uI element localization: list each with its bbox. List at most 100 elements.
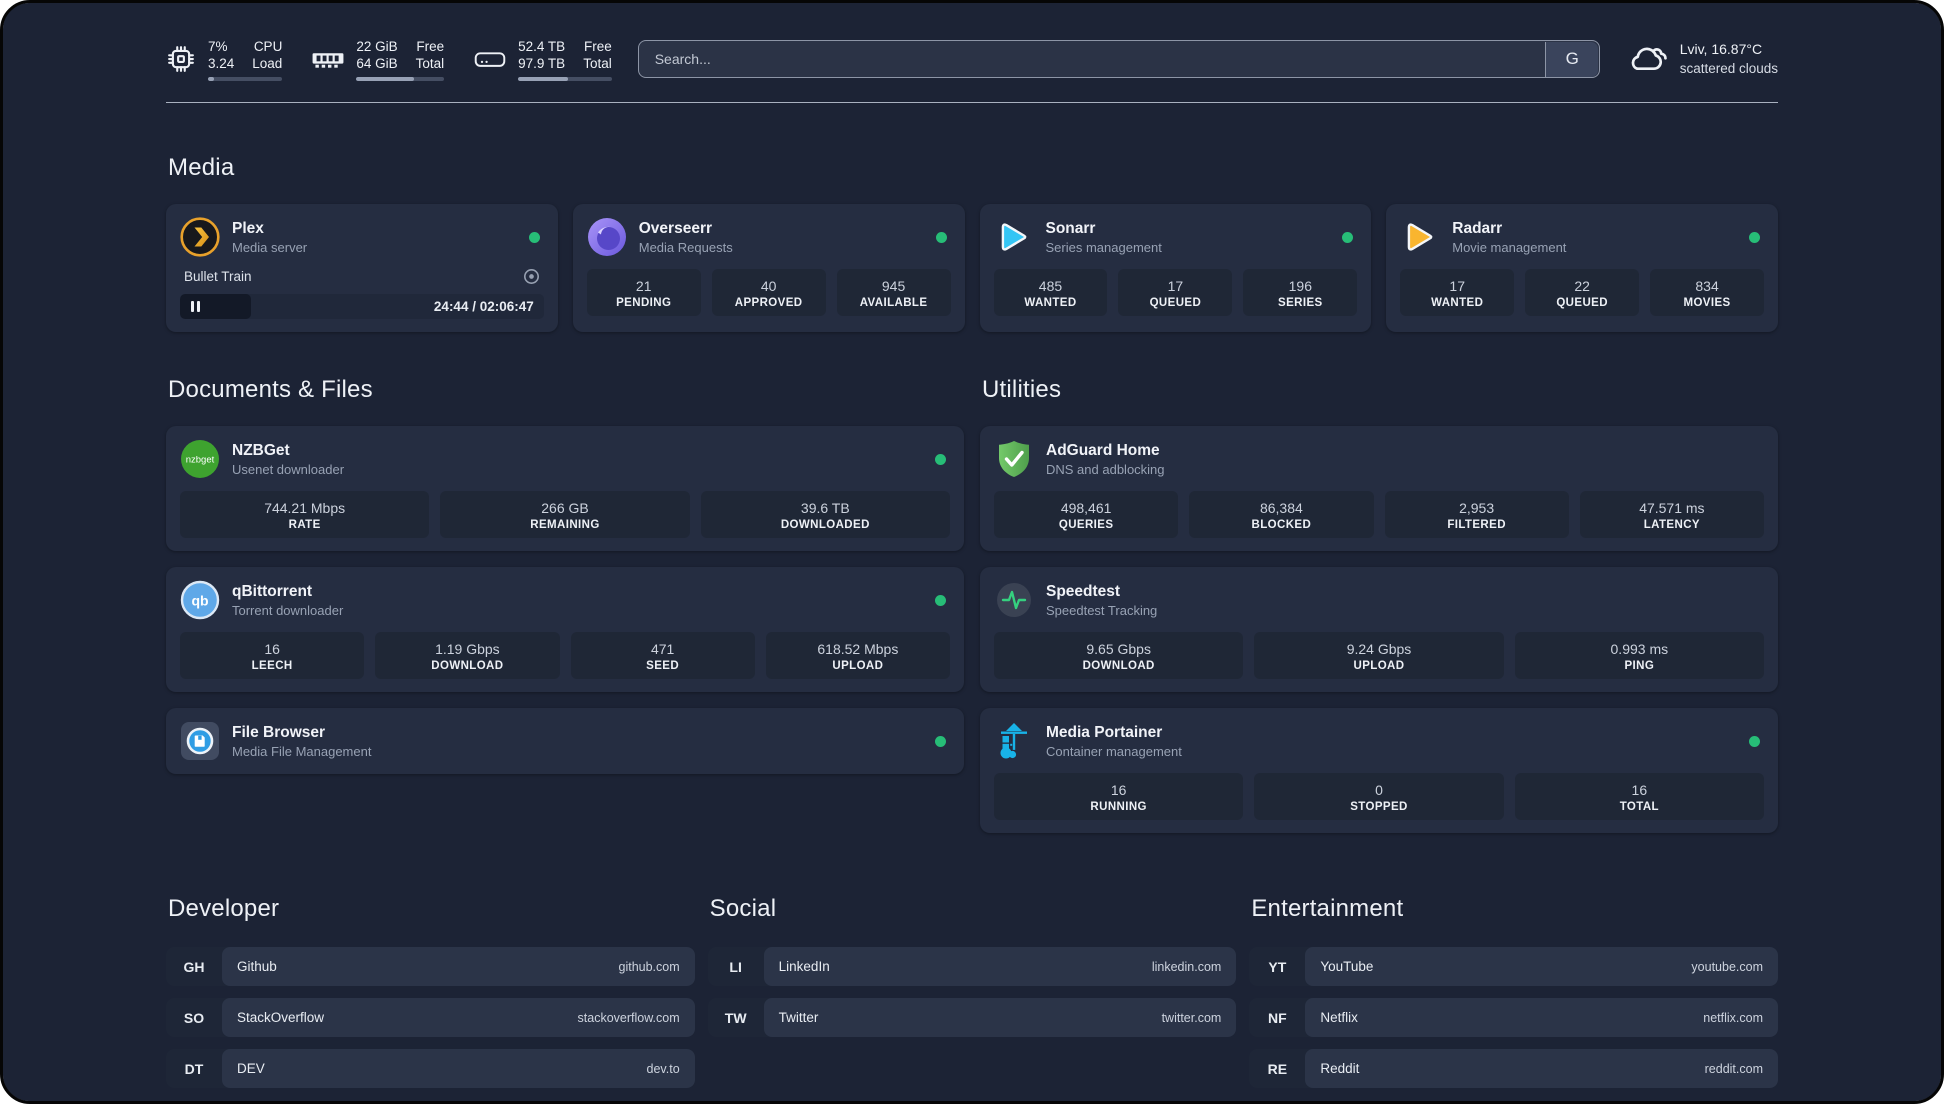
app-card-portainer[interactable]: Media Portainer Container management 16 … <box>980 708 1778 833</box>
app-name: Speedtest <box>1046 582 1121 600</box>
stat-box: 498,461 QUERIES <box>994 491 1179 538</box>
stat-box: 266 GB REMAINING <box>440 491 690 538</box>
svg-text:nzbget: nzbget <box>186 455 215 466</box>
bookmark-abbr: GH <box>183 958 205 975</box>
app-name: Overseerr <box>638 219 713 237</box>
memory-progress-bar <box>356 76 445 81</box>
system-bar: 7% CPU 3.24 Load 22 GiB Free 64 GiB Tota… <box>166 33 1778 85</box>
stat-box: 744.21 Mbps RATE <box>180 491 430 538</box>
bookmark-domain: stackoverflow.com <box>577 1010 680 1025</box>
stat-box: 618.52 Mbps UPLOAD <box>765 632 950 679</box>
memory-free-value: 22 GiB <box>356 38 398 54</box>
status-online-dot <box>935 735 946 747</box>
stat-box: 16 LEECH <box>180 632 365 679</box>
bookmark-name: YouTube <box>1320 959 1374 974</box>
app-name: AdGuard Home <box>1046 441 1160 459</box>
adguard-icon <box>994 439 1034 479</box>
app-name: Plex <box>232 219 264 237</box>
search-input[interactable] <box>637 40 1600 78</box>
app-name: File Browser <box>232 723 326 741</box>
plex-now-playing: Bullet Train 24:44 / 02:06:47 <box>180 265 544 319</box>
bookmark-group-entertainment: Entertainment YT YouTube youtube.com NF … <box>1249 895 1778 1100</box>
stat-box: 86,384 BLOCKED <box>1189 491 1374 538</box>
bookmark-abbr: YT <box>1268 958 1287 975</box>
bookmark-domain: netflix.com <box>1703 1010 1763 1025</box>
bookmark-youtube[interactable]: YT YouTube youtube.com <box>1249 947 1778 986</box>
stat-box: 1.19 Gbps DOWNLOAD <box>375 632 560 679</box>
cpu-progress-bar <box>208 76 283 81</box>
app-card-radarr[interactable]: Radarr Movie management 17 WANTED 22 QUE… <box>1386 204 1778 332</box>
bookmark-github[interactable]: GH Github github.com <box>166 947 695 986</box>
app-card-overseerr[interactable]: Overseerr Media Requests 21 PENDING 40 A… <box>572 204 965 332</box>
app-description: Series management <box>1045 239 1162 255</box>
stat-box: 485 WANTED <box>993 269 1108 316</box>
bookmark-domain: reddit.com <box>1704 1061 1763 1076</box>
app-card-adguard[interactable]: AdGuard Home DNS and adblocking 498,461 … <box>980 426 1778 551</box>
filebrowser-icon <box>180 721 220 761</box>
status-online-dot <box>528 231 540 243</box>
app-card-plex[interactable]: Plex Media server Bullet Train 24:44 / 0… <box>166 204 558 332</box>
speedtest-icon <box>994 580 1034 620</box>
bookmark-domain: linkedin.com <box>1151 959 1222 974</box>
bookmark-domain: github.com <box>618 959 680 974</box>
bookmark-name: Github <box>237 959 277 974</box>
section-title-documents: Documents & Files <box>168 376 373 403</box>
bookmark-name: Reddit <box>1320 1061 1360 1076</box>
app-description: Media Requests <box>638 239 733 255</box>
bookmark-twitter[interactable]: TW Twitter twitter.com <box>707 998 1237 1037</box>
bookmark-abbr: NF <box>1267 1009 1287 1026</box>
app-card-speedtest[interactable]: Speedtest Speedtest Tracking 9.65 Gbps D… <box>980 567 1778 692</box>
bookmark-domain: dev.to <box>646 1061 680 1076</box>
playback-progress-bar[interactable]: 24:44 / 02:06:47 <box>180 294 544 319</box>
stat-box: 17 WANTED <box>1400 269 1515 316</box>
app-description: Media File Management <box>232 743 372 759</box>
app-card-nzbget[interactable]: nzbget NZBGet Usenet downloader 744.21 M… <box>166 426 964 551</box>
bookmark-netflix[interactable]: NF Netflix netflix.com <box>1249 998 1778 1037</box>
app-description: Speedtest Tracking <box>1046 602 1158 618</box>
portainer-icon <box>994 721 1034 761</box>
ram-icon <box>312 47 344 71</box>
app-description: Media server <box>232 239 308 255</box>
stat-box: 16 RUNNING <box>994 773 1244 820</box>
radarr-icon <box>1400 217 1440 257</box>
search-engine-button[interactable]: G <box>1545 41 1599 77</box>
cpu-load-label: Load <box>252 55 283 71</box>
media-grid: Plex Media server Bullet Train 24:44 / 0… <box>166 204 1778 332</box>
section-title-entertainment: Entertainment <box>1251 895 1404 922</box>
status-online-dot <box>1749 231 1760 243</box>
disk-free-value: 52.4 TB <box>518 38 566 54</box>
app-name: Sonarr <box>1045 219 1096 237</box>
bookmark-dev[interactable]: DT DEV dev.to <box>166 1049 695 1088</box>
app-name: Media Portainer <box>1046 723 1163 741</box>
stat-box: 40 APPROVED <box>711 269 826 316</box>
cpu-icon <box>166 44 196 74</box>
disk-metric: 52.4 TB Free 97.9 TB Total <box>474 38 612 81</box>
disk-free-label: Free <box>583 38 612 54</box>
pause-icon <box>191 301 200 312</box>
bookmark-reddit[interactable]: RE Reddit reddit.com <box>1249 1049 1778 1088</box>
status-online-dot <box>935 453 946 465</box>
cpu-usage-value: 7% <box>208 38 228 54</box>
bookmark-abbr: LI <box>729 958 742 975</box>
overseerr-icon <box>587 217 627 257</box>
bookmark-name: Netflix <box>1320 1010 1358 1025</box>
stat-box: 21 PENDING <box>586 269 701 316</box>
section-title-social: Social <box>709 895 777 922</box>
bookmark-linkedin[interactable]: LI LinkedIn linkedin.com <box>707 947 1237 986</box>
app-name: Radarr <box>1452 219 1503 237</box>
disk-progress-bar <box>518 76 612 81</box>
disc-icon <box>523 268 540 285</box>
stat-box: 22 QUEUED <box>1525 269 1640 316</box>
cpu-load-value: 3.24 <box>208 55 235 71</box>
stat-box: 0 STOPPED <box>1254 773 1504 820</box>
app-description: Container management <box>1046 743 1182 759</box>
stat-box: 17 QUEUED <box>1118 269 1233 316</box>
app-description: Usenet downloader <box>232 461 345 477</box>
app-description: Torrent downloader <box>232 602 344 618</box>
bookmark-stackoverflow[interactable]: SO StackOverflow stackoverflow.com <box>166 998 695 1037</box>
plex-icon <box>180 217 220 257</box>
app-name: NZBGet <box>232 441 290 459</box>
app-card-sonarr[interactable]: Sonarr Series management 485 WANTED 17 Q… <box>979 204 1372 332</box>
app-card-filebrowser[interactable]: File Browser Media File Management <box>166 708 964 774</box>
app-card-qbittorrent[interactable]: qb qBittorrent Torrent downloader 16 LEE… <box>166 567 964 692</box>
